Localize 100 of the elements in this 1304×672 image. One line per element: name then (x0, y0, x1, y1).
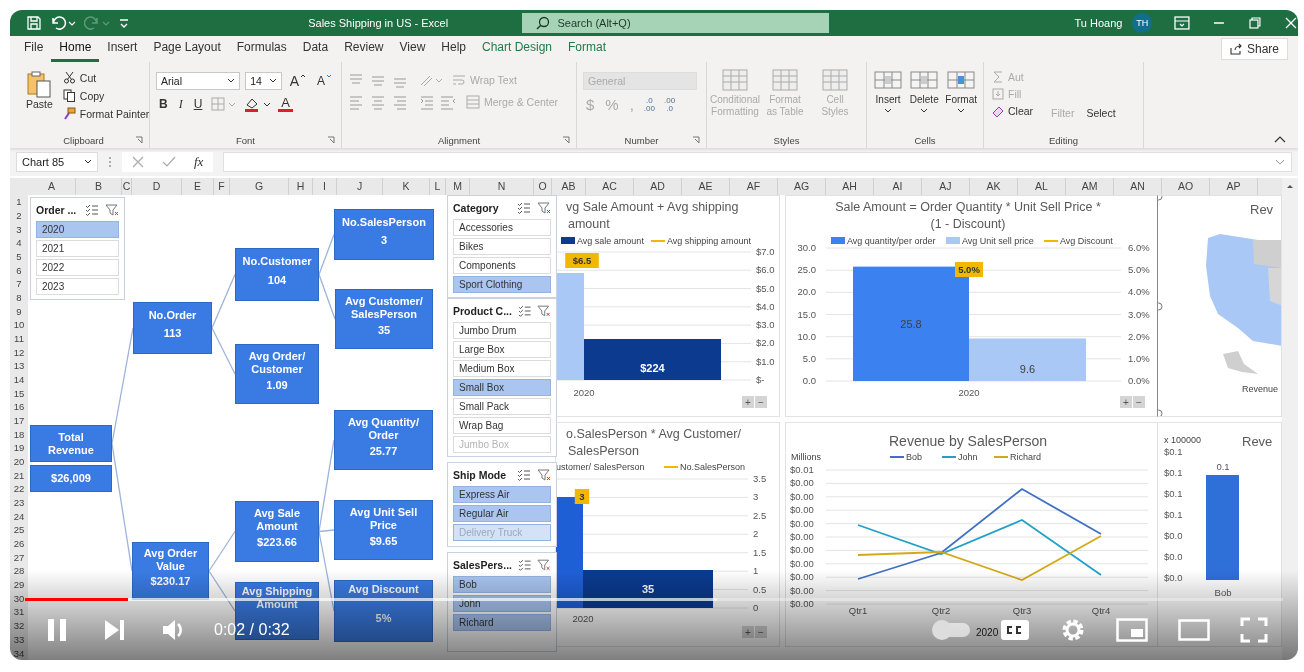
ribbon-tab[interactable]: File (16, 40, 52, 62)
row-header[interactable]: 32 (10, 618, 28, 633)
name-box[interactable]: Chart 85 (16, 152, 98, 172)
slicer-item[interactable]: Richard (453, 614, 551, 631)
row-header[interactable]: 31 (10, 605, 28, 619)
chart-area[interactable]: x 100000 Reve $0.1 $0.1 $0.1 $0.1 $0.0 $0.0 $0.0 0.1 Bob (1157, 422, 1282, 647)
row-header[interactable]: 17 (10, 413, 28, 428)
slicer-item[interactable]: Large Box (453, 341, 551, 358)
close-icon[interactable] (1284, 16, 1298, 30)
cells-button[interactable]: Delete (909, 66, 940, 132)
row-header[interactable]: 15 (10, 386, 28, 401)
ribbon-display-icon[interactable] (1174, 16, 1191, 30)
cells-button[interactable]: Insert (873, 66, 904, 132)
chart-zoom-button[interactable]: − (1133, 396, 1145, 408)
decimal-button[interactable]: .00 .0 (662, 96, 678, 113)
paste-button[interactable]: Paste (24, 66, 55, 132)
clipboard-command[interactable]: Copy (60, 88, 152, 103)
row-header[interactable]: 3 (10, 222, 28, 236)
launcher-icon[interactable] (135, 136, 143, 144)
chart-area[interactable]: vg Sale Amount + Avg shipping amount Avg sale amount Avg shipping amount $7.0 $6.0 $5.0 $4.0 $3.0 $2.0 $1.0 $- $224 $6.5 2020 + − (555, 195, 780, 417)
row-header[interactable]: 6 (10, 263, 28, 278)
clear-filter-icon[interactable] (537, 305, 551, 317)
clipboard-command[interactable]: Cut (60, 70, 152, 85)
search-field[interactable]: Search (Alt+Q) (521, 13, 829, 33)
slicer-item[interactable]: Small Pack (453, 398, 551, 415)
row-header[interactable]: 11 (10, 331, 28, 346)
row-header[interactable]: 18 (10, 427, 28, 442)
next-icon[interactable] (104, 618, 126, 642)
font-family-field[interactable]: Arial (156, 72, 241, 90)
theater-icon[interactable] (1178, 619, 1210, 641)
cells-button[interactable]: Format (945, 66, 977, 132)
slicer-item[interactable]: Bob (453, 576, 551, 593)
row-header[interactable]: 27 (10, 550, 28, 565)
row-header[interactable]: 5 (10, 249, 28, 264)
launcher-icon[interactable] (692, 136, 700, 144)
autoplay-toggle[interactable] (934, 623, 970, 637)
ribbon-tab[interactable]: View (391, 40, 434, 62)
slicer-item[interactable]: 2021 (36, 240, 119, 257)
slicer-item[interactable]: Jumbo Drum (453, 322, 551, 339)
ribbon-tab[interactable]: Formulas (228, 40, 295, 62)
row-header[interactable]: 28 (10, 564, 28, 578)
fullscreen-icon[interactable] (1240, 617, 1268, 643)
ribbon-tab[interactable]: Data (294, 40, 337, 62)
grow-font-button[interactable]: A (286, 73, 309, 89)
row-header[interactable]: 20 (10, 454, 28, 469)
miniplayer-icon[interactable] (1116, 618, 1148, 642)
slicer-item[interactable]: Express Air (453, 486, 551, 503)
multi-select-icon[interactable] (85, 204, 99, 216)
editing-command[interactable]: Select (1084, 106, 1118, 120)
clear-filter-icon[interactable] (537, 469, 551, 481)
ribbon-tab[interactable]: Page Layout (145, 40, 229, 62)
row-header[interactable]: 33 (10, 632, 28, 647)
slicer-item[interactable]: 2023 (36, 278, 119, 295)
text-style-button[interactable]: B (156, 97, 171, 111)
progress-track[interactable] (25, 598, 1283, 601)
settings-icon[interactable] (1060, 617, 1086, 643)
slicer-item[interactable]: Small Box (453, 379, 551, 396)
scroll-up-icon[interactable] (1282, 178, 1298, 195)
row-header[interactable]: 22 (10, 482, 28, 496)
font-size-field[interactable]: 14 (245, 72, 282, 90)
captions-icon[interactable] (1000, 617, 1030, 643)
row-header[interactable]: 29 (10, 577, 28, 592)
row-header[interactable]: 4 (10, 236, 28, 250)
share-button[interactable]: Share (1220, 38, 1288, 60)
row-header[interactable]: 16 (10, 400, 28, 414)
clipboard-command[interactable]: Format Painter (60, 106, 152, 121)
row-header[interactable]: 19 (10, 441, 28, 455)
row-header[interactable]: 8 (10, 290, 28, 305)
multi-select-icon[interactable] (517, 559, 532, 571)
row-header[interactable]: 2 (10, 208, 28, 223)
check-icon[interactable] (162, 156, 176, 168)
row-header[interactable]: 14 (10, 372, 28, 387)
ribbon-tab[interactable]: Review (336, 40, 392, 62)
multi-select-icon[interactable] (517, 469, 531, 481)
avatar[interactable]: TH (1132, 13, 1153, 33)
multi-select-icon[interactable] (517, 202, 531, 214)
slicer-item[interactable]: Components (453, 257, 551, 274)
slicer-item[interactable]: Bikes (453, 238, 551, 255)
slicer-item[interactable]: Medium Box (453, 360, 551, 377)
pause-icon[interactable] (46, 618, 68, 642)
shrink-font-button[interactable]: A (314, 74, 335, 88)
chart-zoom-button[interactable]: − (755, 396, 767, 408)
row-header[interactable]: 21 (10, 468, 28, 483)
slicer-item[interactable]: 2020 (36, 221, 119, 238)
row-header[interactable]: 1 (10, 195, 28, 209)
vertical-scrollbar[interactable] (1282, 195, 1298, 660)
row-header[interactable]: 13 (10, 359, 28, 373)
undo-icon[interactable] (50, 15, 76, 31)
row-header[interactable]: 9 (10, 304, 28, 319)
clear-filter-icon[interactable] (105, 204, 119, 216)
text-style-button[interactable]: I (175, 96, 186, 112)
slicer-item[interactable]: 2022 (36, 259, 119, 276)
text-style-button[interactable]: U (190, 97, 206, 111)
chart-area[interactable]: Rev Revenue (1157, 195, 1282, 417)
chart-zoom-button[interactable]: − (755, 626, 767, 638)
row-header[interactable]: 30 (10, 591, 28, 606)
clear-filter-icon[interactable] (537, 559, 551, 571)
formula-input[interactable] (223, 152, 1292, 172)
ribbon-tab[interactable]: Chart Design (474, 40, 560, 62)
chart-area[interactable] (785, 195, 1160, 417)
